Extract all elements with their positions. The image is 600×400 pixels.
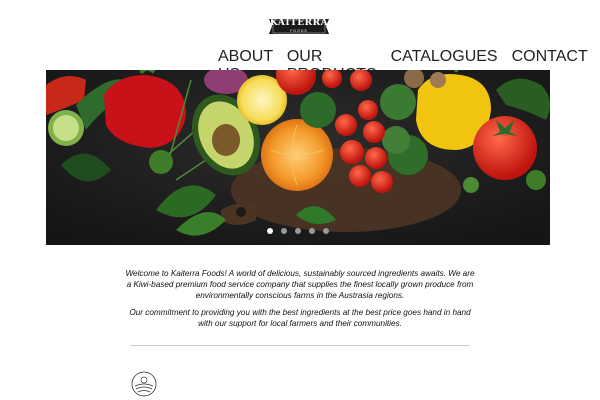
intro-text: Welcome to Kaiterra Foods! A world of de… <box>125 268 475 329</box>
slider-dot-2[interactable] <box>281 228 287 234</box>
hero-vegetables-image <box>46 70 550 245</box>
section-divider <box>130 345 470 346</box>
slider-dot-5[interactable] <box>323 228 329 234</box>
slider-dot-1[interactable] <box>267 228 273 234</box>
intro-paragraph-1: Welcome to Kaiterra Foods! A world of de… <box>125 269 475 300</box>
hero-slider[interactable] <box>46 70 550 245</box>
brand-subtitle: FOODS <box>290 29 308 33</box>
landscape-badge-icon <box>131 371 157 397</box>
slider-dot-3[interactable] <box>295 228 301 234</box>
intro-paragraph-2: Our commitment to providing you with the… <box>129 308 471 328</box>
slider-dots <box>46 228 550 234</box>
brand-name: KAITERRA <box>269 18 329 28</box>
slider-dot-4[interactable] <box>309 228 315 234</box>
brand-logo[interactable]: KAITERRA FOODS <box>267 16 331 38</box>
